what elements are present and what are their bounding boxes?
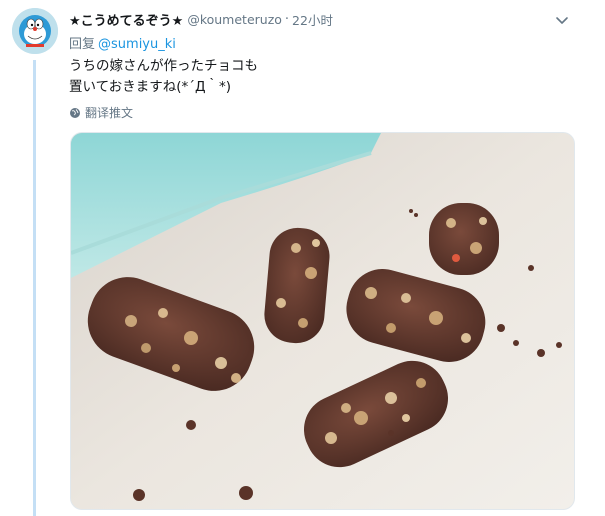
tweet-photo[interactable]: [70, 132, 575, 510]
display-name[interactable]: ★こうめてるぞう★: [69, 10, 183, 29]
globe-icon: [70, 107, 80, 118]
tweet-header: ★こうめてるぞう★ @koumeteruzo · 22小时: [69, 9, 575, 29]
avatar[interactable]: [12, 8, 58, 54]
tweet-text-line: 置いておきますね(*´Д｀*): [69, 79, 232, 95]
chocolate-photo: [71, 133, 574, 509]
thread-line: [33, 60, 36, 516]
reply-mention-link[interactable]: @sumiyu_ki: [98, 37, 176, 52]
user-handle[interactable]: @koumeteruzo: [187, 12, 282, 27]
timestamp[interactable]: 22小时: [292, 10, 333, 29]
chocolate-piece: [264, 227, 330, 344]
tweet-text: うちの嫁さんが作ったチョコも 置いておきますね(*´Д｀*): [69, 56, 489, 98]
chocolate-piece: [429, 203, 499, 275]
translate-tweet-button[interactable]: 翻译推文: [69, 104, 133, 121]
separator-dot: ·: [284, 11, 290, 27]
translate-label: 翻译推文: [85, 106, 134, 120]
chevron-down-icon[interactable]: [555, 12, 569, 26]
tweet: ★こうめてるぞう★ @koumeteruzo · 22小时 回复 @sumiyu_…: [0, 0, 605, 516]
doraemon-avatar-icon: [12, 8, 58, 54]
reply-prefix: 回复: [69, 37, 96, 52]
tweet-text-line: うちの嫁さんが作ったチョコも: [69, 58, 258, 74]
reply-context: 回复 @sumiyu_ki: [69, 33, 176, 52]
